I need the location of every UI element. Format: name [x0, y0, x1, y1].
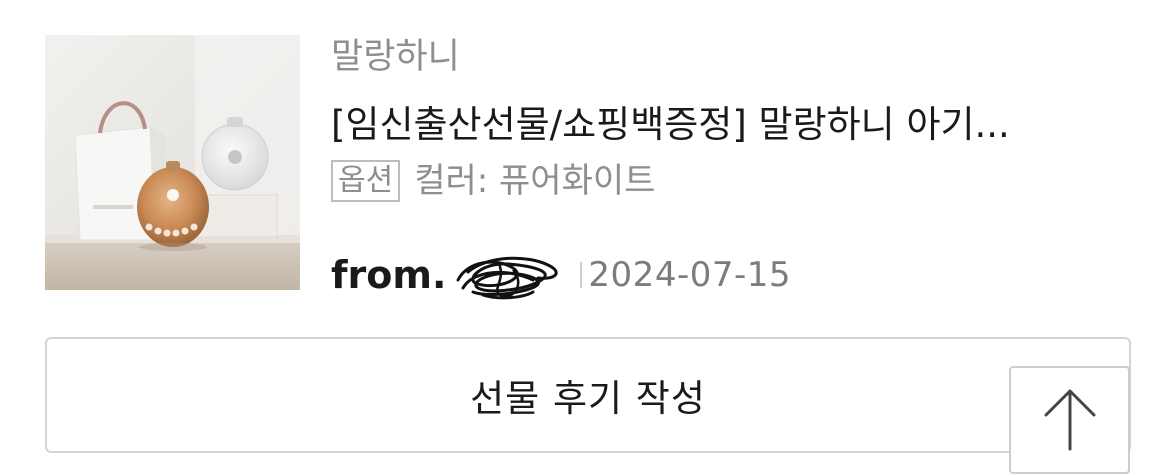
meta-divider	[580, 262, 583, 288]
product-title[interactable]: [임신출산선물/쇼핑백증정] 말랑하니 아기...	[331, 102, 1111, 148]
product-thumbnail[interactable]	[45, 35, 300, 290]
option-tag: 옵션	[331, 160, 401, 202]
product-photo	[45, 35, 300, 290]
from-label: from.	[331, 253, 447, 297]
gift-meta-row: from. 2024-07-15	[331, 250, 791, 300]
option-row: 옵션 컬러: 퓨어화이트	[331, 158, 655, 204]
write-gift-review-label: 선물 후기 작성	[470, 377, 706, 420]
scribble-redaction-icon	[456, 256, 559, 300]
sender-name-redacted	[438, 250, 578, 300]
option-value: 컬러: 퓨어화이트	[414, 161, 656, 201]
brand-name: 말랑하니	[331, 37, 460, 77]
scroll-to-top-button[interactable]	[1009, 366, 1130, 474]
write-gift-review-button[interactable]: 선물 후기 작성	[45, 337, 1131, 453]
gift-date: 2024-07-15	[588, 255, 792, 295]
arrow-up-icon	[1044, 389, 1095, 451]
